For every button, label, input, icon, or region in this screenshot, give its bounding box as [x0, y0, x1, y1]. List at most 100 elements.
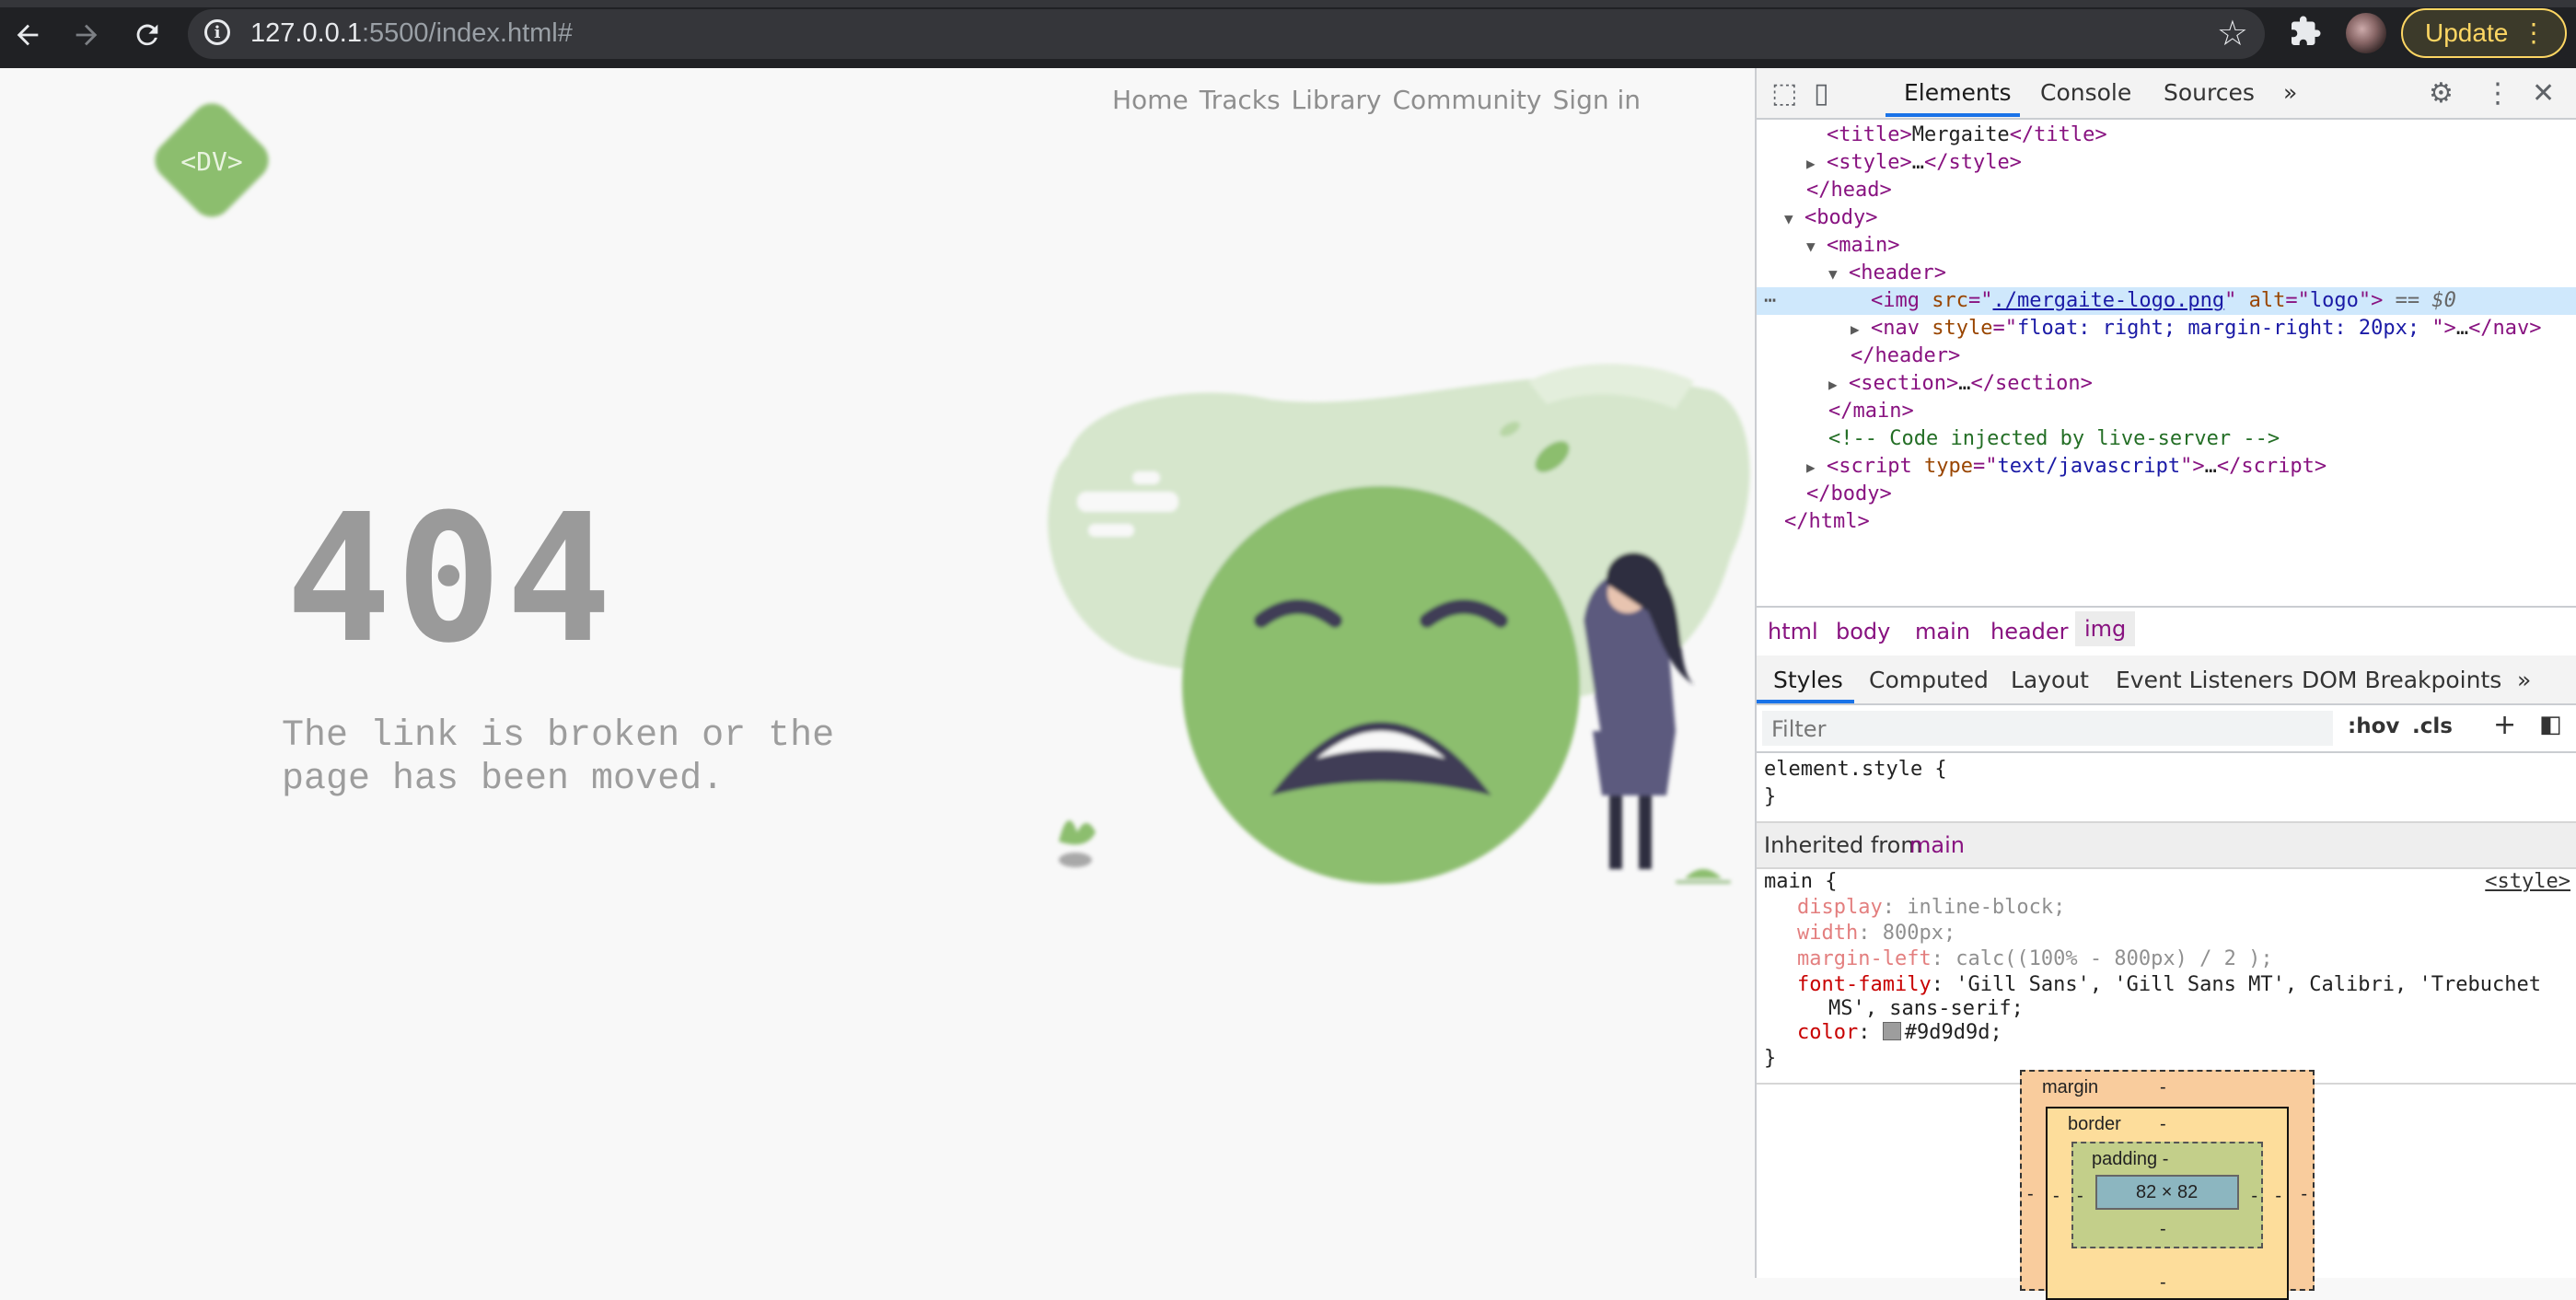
tab-strip: [0, 0, 2576, 7]
decl-color[interactable]: color: #9d9d9d;: [1797, 1020, 2002, 1046]
filter-input[interactable]: [1762, 711, 2333, 746]
box-model-margin-label: margin: [2042, 1077, 2099, 1097]
back-arrow-icon[interactable]: [6, 13, 50, 57]
update-button[interactable]: Update ⋮: [2401, 8, 2567, 58]
dom-node-nav[interactable]: ▶ <nav style="float: right; margin-right:…: [1851, 315, 2542, 342]
more-style-tabs-icon[interactable]: »: [2517, 667, 2531, 693]
nav-library[interactable]: Library: [1292, 85, 1382, 115]
dom-tree: <title>Mergaite</title> ▶ <style>…</style…: [1757, 120, 2576, 606]
box-model-padding[interactable]: padding - - - 82 × 82 -: [2071, 1142, 2263, 1248]
rule-source-link[interactable]: <style>: [2485, 869, 2570, 895]
site-logo[interactable]: <DV>: [138, 87, 285, 234]
decl-font-family-cont: MS', sans-serif;: [1828, 997, 2024, 1020]
dom-node-body[interactable]: ▼ <body>: [1784, 204, 1877, 232]
crumb-header[interactable]: header: [1990, 619, 2069, 644]
dom-node-main[interactable]: ▼ <main>: [1806, 232, 1899, 260]
box-model-content-size: 82 × 82: [2136, 1182, 2199, 1202]
active-tab-indicator: [1886, 113, 2020, 117]
forward-arrow-icon[interactable]: [64, 13, 109, 57]
color-swatch[interactable]: [1882, 1022, 1901, 1040]
box-model-border-bottom: -: [2160, 1272, 2166, 1293]
crumb-body[interactable]: body: [1836, 619, 1890, 644]
settings-gear-icon[interactable]: ⚙: [2429, 77, 2454, 110]
decl-display[interactable]: display: inline-block;: [1797, 895, 2065, 921]
dom-node-title[interactable]: <title>Mergaite</title>: [1827, 122, 2107, 149]
more-tabs-icon[interactable]: »: [2283, 79, 2297, 106]
box-model-margin[interactable]: margin - - - border - - - padding - - - …: [2020, 1070, 2315, 1300]
box-model-content[interactable]: 82 × 82: [2095, 1175, 2239, 1210]
decl-width[interactable]: width: 800px;: [1797, 921, 1955, 946]
browser-toolbar: i 127.0.0.1:5500/index.html# ☆ Update ⋮: [0, 0, 2576, 68]
nav-tracks[interactable]: Tracks: [1200, 85, 1281, 115]
dom-node-section[interactable]: ▶ <section>…</section>: [1828, 370, 2093, 398]
active-style-tab-indicator: [1757, 700, 1854, 703]
nav-sign-in[interactable]: Sign in: [1553, 85, 1642, 115]
tab-styles[interactable]: Styles: [1773, 667, 1843, 693]
decl-font-family[interactable]: font-family: 'Gill Sans', 'Gill Sans MT'…: [1797, 972, 2541, 998]
styles-filter-bar: Filter :hov .cls + ◧: [1757, 705, 2576, 753]
crumb-html[interactable]: html: [1768, 619, 1818, 644]
box-model-padding-bottom: -: [2160, 1219, 2166, 1239]
inherited-section-header: Inherited from main: [1757, 821, 2576, 869]
kebab-menu-icon[interactable]: ⋮: [2484, 77, 2512, 110]
box-model-margin-left: -: [2027, 1184, 2034, 1204]
dom-node-main-close[interactable]: </main>: [1828, 398, 1914, 425]
box-model-margin-top: -: [2160, 1077, 2166, 1097]
box-model-border-left: -: [2053, 1186, 2060, 1206]
box-model-padding-right: -: [2251, 1186, 2257, 1206]
dom-node-header[interactable]: ▼ <header>: [1828, 260, 1946, 287]
sidebar-toggle-icon[interactable]: ◧: [2539, 711, 2562, 738]
tab-console[interactable]: Console: [2040, 79, 2131, 106]
kebab-menu-icon[interactable]: ⋮: [2521, 17, 2547, 48]
dom-node-script[interactable]: ▶ <script type="text/javascript">…</scrip…: [1806, 453, 2327, 481]
crumb-main[interactable]: main: [1915, 619, 1970, 644]
star-icon[interactable]: ☆: [2217, 13, 2248, 54]
element-style-rule[interactable]: element.style {: [1764, 757, 1947, 783]
profile-avatar[interactable]: [2346, 13, 2386, 53]
address-bar[interactable]: i 127.0.0.1:5500/index.html# ☆: [188, 9, 2265, 59]
tab-computed[interactable]: Computed: [1869, 667, 1989, 693]
devtools-tabbar: ⬚ ▯ Elements Console Sources » ⚙ ⋮ ✕: [1757, 68, 2576, 120]
new-rule-icon[interactable]: +: [2493, 709, 2516, 741]
main-selector[interactable]: main {: [1764, 869, 1837, 895]
dom-node-head-close[interactable]: </head>: [1806, 177, 1892, 204]
dom-node-comment[interactable]: <!-- Code injected by live-server -->: [1828, 425, 2280, 453]
extensions-icon[interactable]: [2289, 15, 2322, 56]
inspect-element-icon[interactable]: ⬚: [1771, 77, 1797, 110]
cls-toggle[interactable]: .cls: [2412, 714, 2453, 738]
box-model-margin-right: -: [2301, 1184, 2307, 1204]
inherited-from-link[interactable]: main: [1909, 832, 1965, 858]
close-icon[interactable]: ✕: [2532, 77, 2555, 110]
tab-layout[interactable]: Layout: [2011, 667, 2089, 693]
main-rule-close: }: [1764, 1047, 1777, 1070]
tab-dom-breakpoints[interactable]: DOM Breakpoints: [2302, 667, 2501, 693]
dom-node-style[interactable]: ▶ <style>…</style>: [1806, 149, 2022, 177]
tab-elements[interactable]: Elements: [1904, 79, 2012, 106]
box-model-border-right: -: [2275, 1186, 2281, 1206]
tab-event-listeners[interactable]: Event Listeners: [2116, 667, 2293, 693]
breadcrumb: html body main header img: [1757, 606, 2576, 657]
inherited-label: Inherited from: [1764, 832, 1922, 858]
dom-node-img-selected[interactable]: ⋯ <img src="./mergaite-logo.png" alt="lo…: [1757, 287, 2576, 315]
device-toggle-icon[interactable]: ▯: [1814, 77, 1829, 110]
box-model-border-top: -: [2160, 1114, 2166, 1134]
info-icon[interactable]: i: [204, 19, 230, 45]
dom-node-body-close[interactable]: </body>: [1806, 481, 1892, 508]
error-message: The link is broken or the page has been …: [282, 715, 835, 800]
hov-toggle[interactable]: :hov: [2348, 714, 2399, 738]
nav-community[interactable]: Community: [1392, 85, 1541, 115]
crumb-img[interactable]: img: [2075, 611, 2136, 646]
box-model-padding-label: padding -: [2092, 1149, 2169, 1169]
url-text[interactable]: 127.0.0.1:5500/index.html#: [250, 18, 573, 49]
decl-margin-left[interactable]: margin-left: calc((100% - 800px) / 2 );: [1797, 946, 2273, 972]
dom-node-html-close[interactable]: </html>: [1784, 508, 1870, 536]
box-model-border[interactable]: border - - - padding - - - 82 × 82 - -: [2046, 1107, 2289, 1300]
nav-home[interactable]: Home: [1112, 85, 1189, 115]
reload-icon[interactable]: [125, 13, 169, 57]
node-actions-icon[interactable]: ⋯: [1764, 287, 1776, 315]
tab-sources[interactable]: Sources: [2164, 79, 2255, 106]
sad-face-illustration: [1048, 364, 1750, 884]
box-model-padding-left: -: [2077, 1186, 2083, 1206]
dom-node-header-close[interactable]: </header>: [1851, 342, 1960, 370]
styles-tabbar: Styles Computed Layout Event Listeners D…: [1757, 656, 2576, 705]
